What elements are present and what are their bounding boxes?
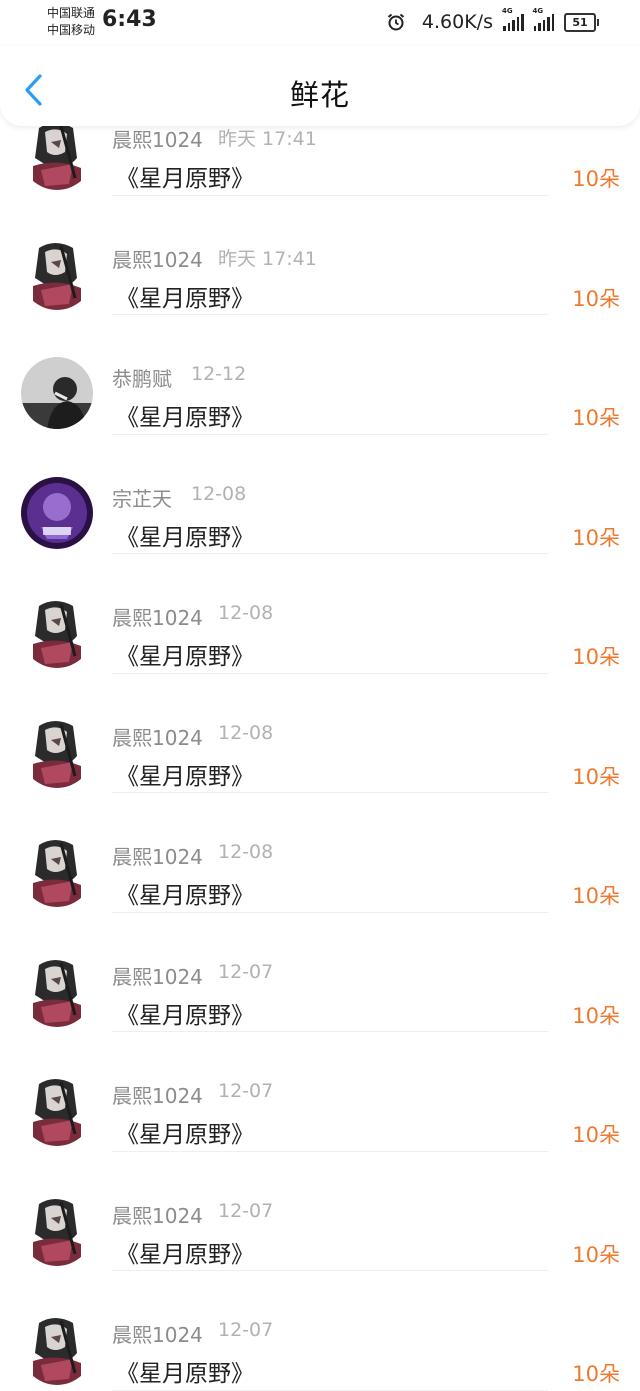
flower-record-item[interactable]: 晨熙1024 12-08 《星月原野》 10朵 (0, 674, 640, 793)
flower-amount: 10朵 (572, 286, 620, 311)
flower-amount: 10朵 (572, 525, 620, 550)
network-type-2: 4G (532, 7, 544, 15)
status-bar: 中国联通 中国移动 6:43 4.60K/s 4G 4G 51 (0, 0, 640, 46)
flower-amount: 10朵 (572, 1362, 620, 1386)
flower-record-item[interactable]: 晨熙1024 12-07 《星月原野》 10朵 (0, 1032, 640, 1152)
nav-bar: 鲜花 (0, 46, 640, 126)
record-time: 12-07 (218, 1199, 274, 1222)
record-time: 12-08 (218, 721, 274, 744)
divider (112, 1389, 548, 1391)
book-title[interactable]: 《星月原野》 (116, 159, 254, 193)
battery-icon: 51 (564, 12, 599, 32)
user-name[interactable]: 晨熙1024 (112, 1080, 203, 1109)
book-title[interactable]: 《星月原野》 (116, 398, 254, 432)
anime-girl-avatar[interactable] (21, 1313, 93, 1385)
flower-record-item[interactable]: 晨熙1024 12-07 《星月原野》 10朵 (0, 1271, 640, 1391)
book-title[interactable]: 《星月原野》 (116, 757, 254, 791)
carrier-2: 中国移动 (47, 23, 96, 37)
anime-girl-avatar[interactable] (21, 715, 93, 788)
anime-girl-avatar[interactable] (21, 1074, 93, 1146)
book-title[interactable]: 《星月原野》 (116, 518, 254, 552)
anime-girl-avatar[interactable] (21, 954, 93, 1027)
record-time: 昨天 17:41 (218, 128, 317, 150)
book-title[interactable]: 《星月原野》 (116, 1235, 254, 1269)
book-title[interactable]: 《星月原野》 (116, 1354, 254, 1388)
user-name[interactable]: 晨熙1024 (112, 124, 203, 153)
book-title[interactable]: 《星月原野》 (116, 876, 254, 910)
user-name[interactable]: 晨熙1024 (112, 244, 203, 273)
flower-record-list[interactable]: 晨熙1024 昨天 17:41 《星月原野》 10朵 晨熙1024 昨天 17:… (0, 76, 640, 1391)
carrier-info: 中国联通 中国移动 (47, 5, 95, 39)
carrier-1: 中国联通 (47, 6, 96, 20)
anime-girl-avatar[interactable] (21, 1193, 93, 1266)
flower-record-item[interactable]: 晨熙1024 12-08 《星月原野》 10朵 (0, 793, 640, 913)
net-speed: 4.60K/s (421, 11, 493, 33)
flower-record-item[interactable]: 宗芷天 12-08 《星月原野》 10朵 (0, 435, 640, 554)
record-time: 12-07 (218, 960, 274, 983)
purple-art-avatar[interactable] (21, 476, 93, 549)
status-icons: 4.60K/s 4G 4G 51 (386, 7, 599, 34)
flower-record-item[interactable]: 晨熙1024 12-07 《星月原野》 10朵 (0, 913, 640, 1032)
record-time: 昨天 17:41 (218, 247, 317, 270)
signal-icon-1: 4G (502, 7, 524, 31)
page-title: 鲜花 (289, 78, 350, 112)
record-time: 12-08 (191, 482, 247, 505)
flower-record-item[interactable]: 恭鹏赋 12-12 《星月原野》 10朵 (0, 315, 640, 435)
anime-girl-avatar[interactable] (21, 118, 93, 190)
flower-amount: 10朵 (572, 1123, 620, 1147)
anime-girl-avatar[interactable] (21, 835, 93, 907)
user-name[interactable]: 晨熙1024 (112, 602, 203, 631)
signal-icon-2: 4G (533, 7, 554, 31)
user-name[interactable]: 晨熙1024 (112, 841, 203, 870)
status-clock: 6:43 (102, 7, 157, 32)
record-time: 12-12 (191, 363, 247, 385)
alarm-icon (387, 13, 405, 31)
record-time: 12-07 (218, 1080, 274, 1102)
book-title[interactable]: 《星月原野》 (116, 996, 254, 1030)
flower-amount: 10朵 (572, 167, 620, 191)
book-title[interactable]: 《星月原野》 (116, 637, 254, 671)
anime-girl-avatar[interactable] (21, 596, 93, 668)
user-name[interactable]: 晨熙1024 (112, 722, 203, 751)
user-name[interactable]: 恭鹏赋 (112, 363, 172, 392)
record-time: 12-07 (218, 1319, 274, 1341)
flower-amount: 10朵 (572, 1242, 620, 1267)
flower-record-item[interactable]: 晨熙1024 12-07 《星月原野》 10朵 (0, 1152, 640, 1271)
record-time: 12-08 (218, 602, 274, 624)
flower-record-item[interactable]: 晨熙1024 12-08 《星月原野》 10朵 (0, 554, 640, 674)
flower-amount: 10朵 (572, 645, 620, 669)
book-title[interactable]: 《星月原野》 (116, 1115, 254, 1149)
flower-record-item[interactable]: 晨熙1024 昨天 17:41 《星月原野》 10朵 (0, 196, 640, 315)
user-name[interactable]: 晨熙1024 (112, 1319, 203, 1348)
flower-amount: 10朵 (572, 884, 620, 908)
user-name[interactable]: 晨熙1024 (112, 961, 203, 990)
flower-amount: 10朵 (572, 764, 620, 789)
anime-girl-avatar[interactable] (21, 237, 93, 310)
network-type-1: 4G (502, 7, 513, 15)
record-time: 12-08 (218, 841, 274, 863)
book-title[interactable]: 《星月原野》 (116, 279, 254, 313)
user-name[interactable]: 宗芷天 (112, 483, 172, 512)
flower-amount: 10朵 (572, 406, 620, 430)
user-name[interactable]: 晨熙1024 (112, 1200, 203, 1229)
mono-photo-avatar[interactable] (21, 357, 93, 429)
flower-amount: 10朵 (572, 1003, 620, 1028)
